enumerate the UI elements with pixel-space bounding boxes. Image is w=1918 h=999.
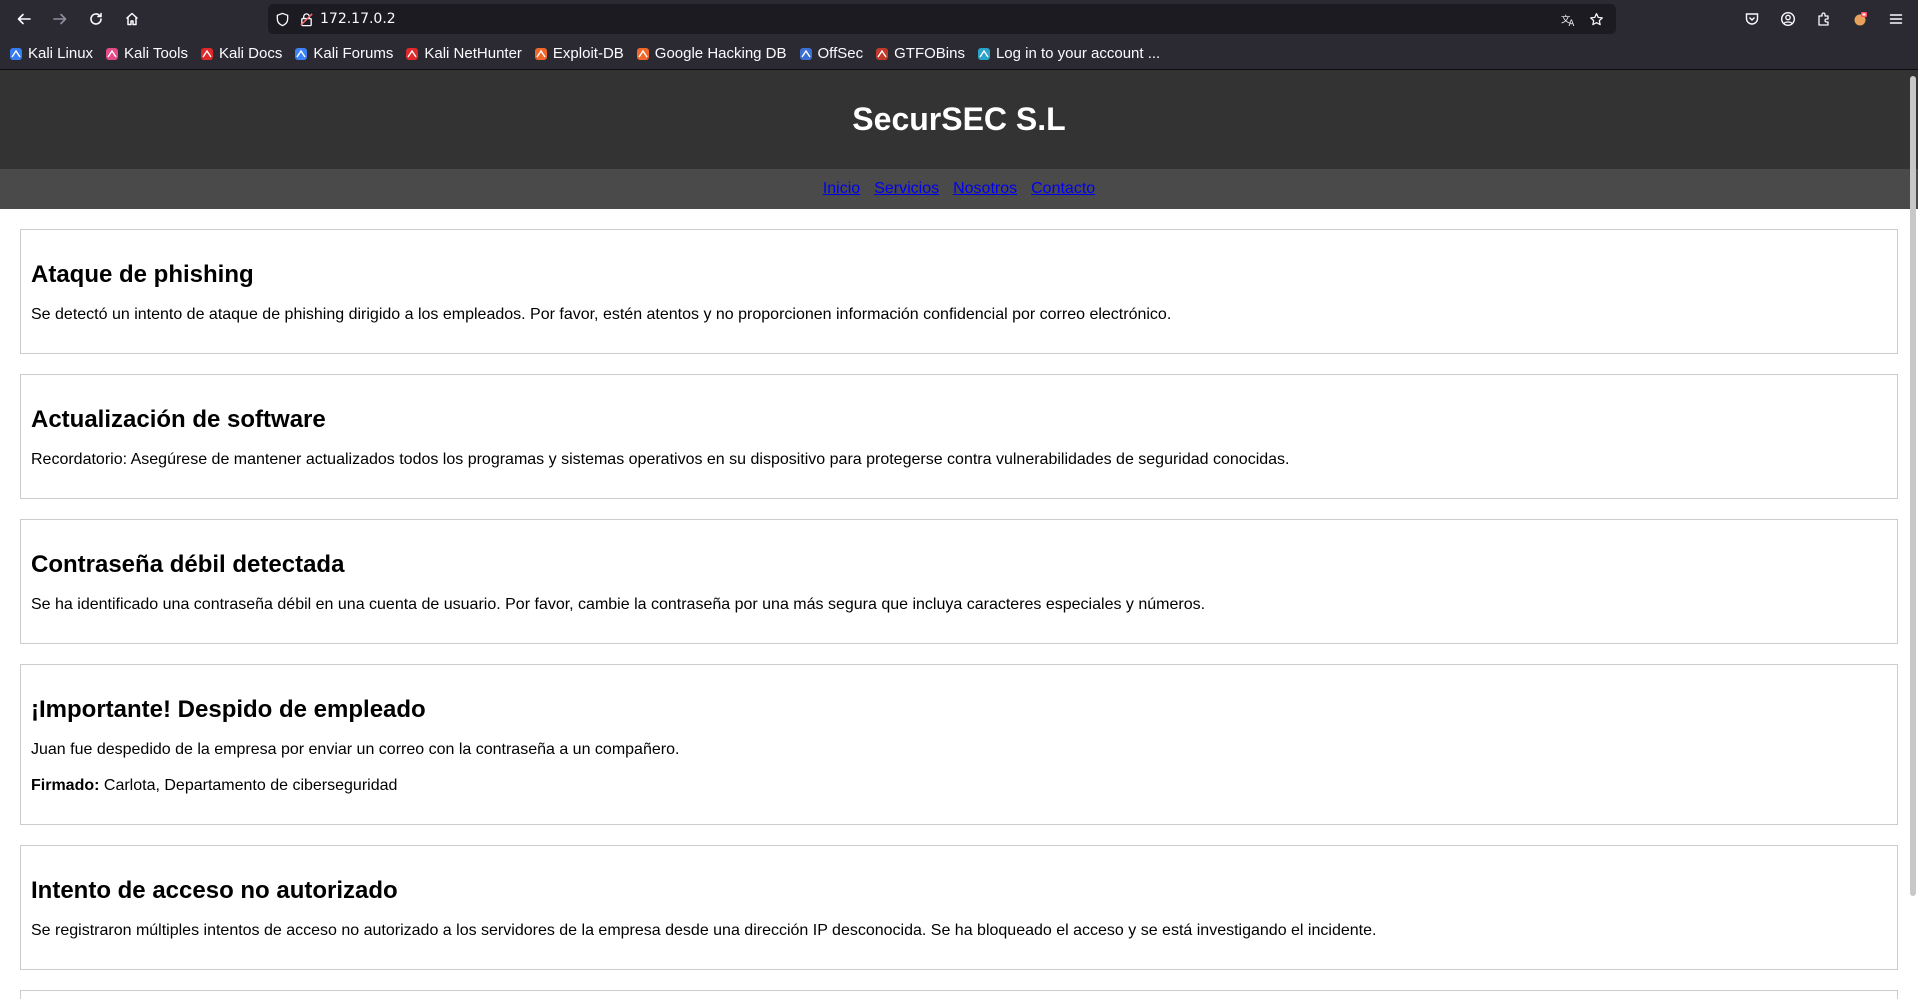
scrollbar-thumb[interactable] xyxy=(1910,76,1916,896)
post-body: Se ha identificado una contraseña débil … xyxy=(31,596,1206,613)
bookmark-item[interactable]: OffSec xyxy=(798,45,864,62)
post-title: ¡Importante! Despido de empleado xyxy=(31,696,426,723)
nav-link-inicio[interactable]: Inicio xyxy=(823,180,860,198)
exploit-db-icon xyxy=(533,46,549,62)
nav-link-nosotros[interactable]: Nosotros xyxy=(953,180,1017,198)
bookmark-label: Kali Forums xyxy=(313,45,394,62)
post-unauthorized-access: Intento de acceso no autorizado Se regis… xyxy=(20,845,1898,970)
post-software-update: Actualización de software Recordatorio: … xyxy=(20,374,1898,499)
nav-link-servicios[interactable]: Servicios xyxy=(874,180,939,198)
site-title: SecurSEC S.L xyxy=(852,101,1066,137)
kali-tools-icon xyxy=(104,46,120,62)
arrow-left-icon xyxy=(17,13,31,25)
post-title: Intento de acceso no autorizado xyxy=(31,877,398,904)
kali-nethunter-icon xyxy=(404,46,420,62)
url-text[interactable]: 172.17.0.2 xyxy=(320,11,1554,27)
bookmark-item[interactable]: GTFOBins xyxy=(874,45,965,62)
ghdb-icon xyxy=(635,46,651,62)
bookmark-item[interactable]: Kali NetHunter xyxy=(404,45,522,62)
kali-dragon-icon xyxy=(8,46,24,62)
account-icon xyxy=(1780,11,1796,27)
bookmark-item[interactable]: Exploit-DB xyxy=(533,45,624,62)
reload-icon xyxy=(90,12,102,25)
back-button[interactable] xyxy=(6,3,42,35)
shield-icon[interactable] xyxy=(268,4,296,34)
bookmarks-toolbar: Kali Linux Kali Tools Kali Docs Kali Forums… xyxy=(0,38,1918,70)
extension-foxyproxy-button[interactable] xyxy=(1842,3,1878,35)
translate-icon[interactable]: 文A xyxy=(1554,4,1582,34)
post-partial xyxy=(20,990,1898,999)
home-button[interactable] xyxy=(114,3,150,35)
hamburger-icon xyxy=(1889,14,1903,24)
post-body: Se detectó un intento de ataque de phish… xyxy=(31,306,1172,323)
signed-value: Carlota, Departamento de ciberseguridad xyxy=(99,777,398,794)
site-header: SecurSEC S.L xyxy=(0,70,1918,169)
bookmark-label: Kali Tools xyxy=(124,45,188,62)
bookmark-label: Kali Docs xyxy=(218,45,283,62)
post-weak-password: Contraseña débil detectada Se ha identif… xyxy=(20,519,1898,644)
bookmark-item[interactable]: Kali Docs xyxy=(199,45,282,62)
bookmark-star-icon[interactable] xyxy=(1582,4,1610,34)
post-phishing: Ataque de phishing Se detectó un intento… xyxy=(20,229,1898,354)
account-button[interactable] xyxy=(1770,3,1806,35)
bookmark-label: Log in to your account ... xyxy=(995,45,1161,62)
home-icon xyxy=(125,12,139,26)
login-icon xyxy=(976,46,992,62)
bookmark-label: Exploit-DB xyxy=(552,45,624,62)
bookmark-label: Kali Linux xyxy=(28,45,94,62)
puzzle-icon xyxy=(1818,12,1829,26)
post-employee-dismissal: ¡Importante! Despido de empleado Juan fu… xyxy=(20,664,1898,825)
signed-label: Firmado: xyxy=(31,777,100,794)
nav-link-contacto[interactable]: Contacto xyxy=(1031,180,1095,198)
app-menu-button[interactable] xyxy=(1878,3,1914,35)
browser-toolbar: 172.17.0.2 文A xyxy=(0,0,1918,38)
bookmark-item[interactable]: Kali Forums xyxy=(293,45,393,62)
bookmark-item[interactable]: Log in to your account ... xyxy=(976,45,1160,62)
bookmark-item[interactable]: Kali Linux xyxy=(8,45,93,62)
post-body: Se registraron múltiples intentos de acc… xyxy=(31,922,1377,939)
kali-docs-icon xyxy=(199,46,215,62)
page-scrollbar[interactable] xyxy=(1906,70,1918,999)
posts-list: Ataque de phishing Se detectó un intento… xyxy=(0,209,1918,999)
reload-button[interactable] xyxy=(78,3,114,35)
post-body: Juan fue despedido de la empresa por env… xyxy=(31,741,680,758)
post-title: Contraseña débil detectada xyxy=(31,551,345,578)
post-body: Recordatorio: Asegúrese de mantener actu… xyxy=(31,451,1290,468)
post-title: Actualización de software xyxy=(31,406,326,433)
insecure-lock-icon[interactable] xyxy=(296,4,316,34)
url-bar[interactable]: 172.17.0.2 文A xyxy=(268,4,1616,34)
bookmark-item[interactable]: Google Hacking DB xyxy=(635,45,787,62)
bookmark-item[interactable]: Kali Tools xyxy=(104,45,188,62)
forward-button[interactable] xyxy=(42,3,78,35)
fox-extension-icon xyxy=(1854,12,1867,26)
bookmark-label: Google Hacking DB xyxy=(654,45,787,62)
kali-forums-icon xyxy=(293,46,309,62)
gtfobins-icon xyxy=(874,46,890,62)
post-signature: Firmado: Carlota, Departamento de cibers… xyxy=(31,776,1887,796)
bookmark-label: Kali NetHunter xyxy=(424,45,522,62)
pocket-button[interactable] xyxy=(1734,3,1770,35)
site-nav: Inicio Servicios Nosotros Contacto xyxy=(0,169,1918,209)
post-title: Ataque de phishing xyxy=(31,261,254,288)
bookmark-label: GTFOBins xyxy=(894,45,965,62)
bookmark-label: OffSec xyxy=(817,45,864,62)
svg-text:A: A xyxy=(1568,18,1574,27)
offsec-icon xyxy=(798,46,814,62)
extensions-button[interactable] xyxy=(1806,3,1842,35)
arrow-right-icon xyxy=(53,13,67,25)
pocket-icon xyxy=(1745,13,1759,25)
web-page: SecurSEC S.L Inicio Servicios Nosotros C… xyxy=(0,70,1918,999)
